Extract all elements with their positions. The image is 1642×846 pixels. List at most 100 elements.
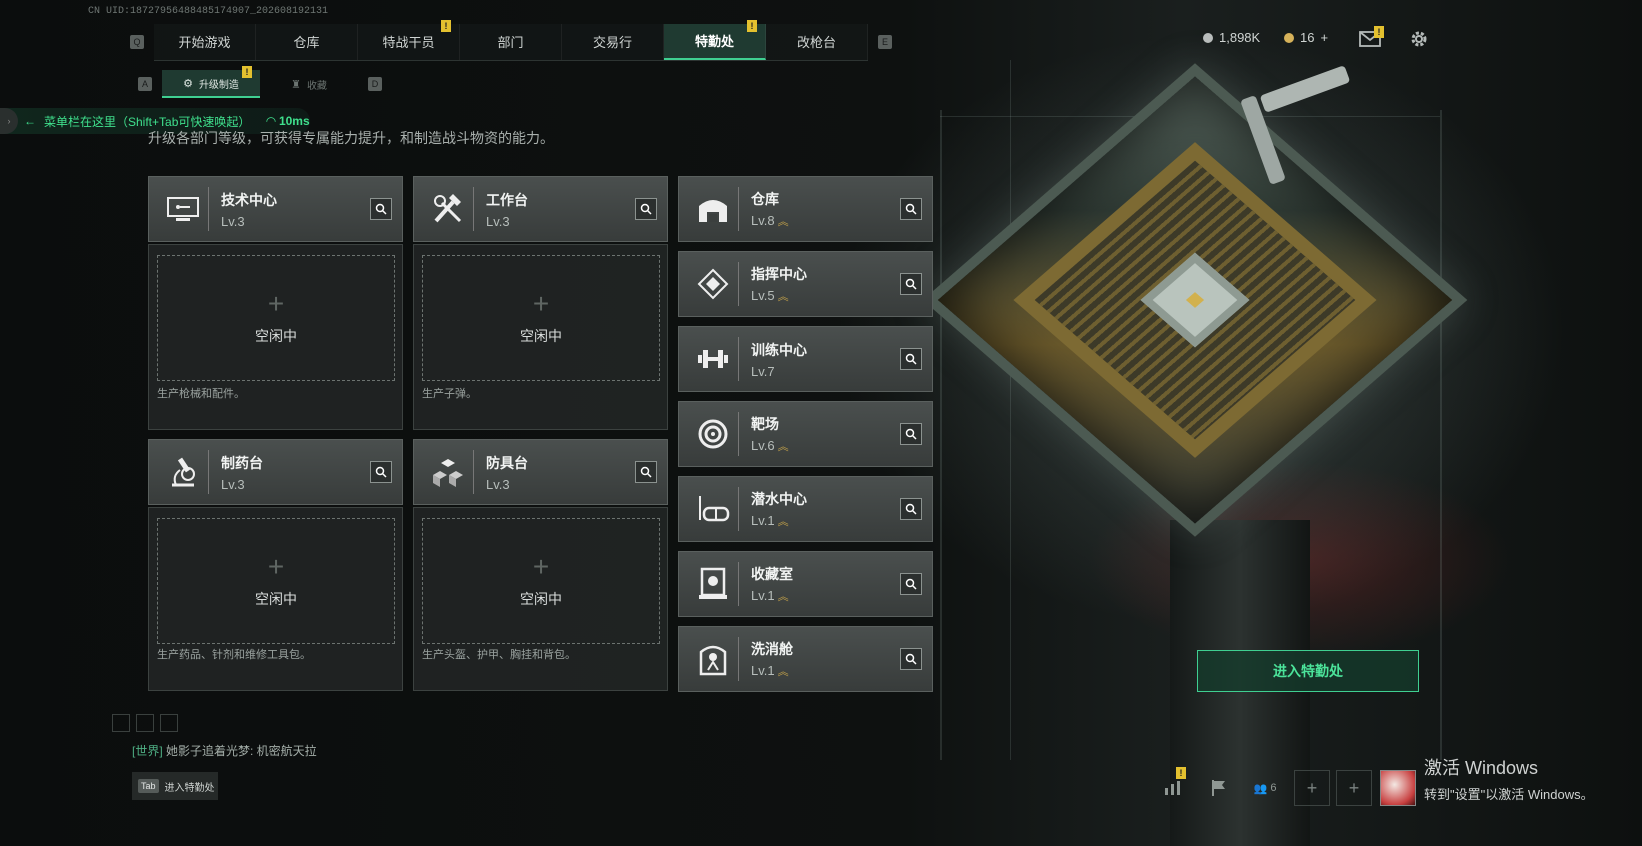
facility-card-collection-room[interactable]: 收藏室 Lv.1 ︽	[678, 551, 933, 617]
craft-description: 生产子弹。	[422, 388, 477, 400]
tab-departments[interactable]: 部门	[460, 23, 562, 60]
dive-mask-icon	[687, 487, 739, 531]
currency-silver[interactable]: 1,898K	[1203, 30, 1260, 45]
tab-label: 特战干员	[382, 35, 435, 50]
quick-slots	[112, 714, 178, 732]
inspect-button[interactable]	[900, 423, 922, 445]
plus-icon: +	[532, 551, 550, 582]
craft-slot-pharmacy: + 空闲中 生产药品、针剂和维修工具包。	[148, 507, 403, 691]
quick-slot[interactable]	[136, 714, 154, 732]
inspect-button[interactable]	[635, 461, 657, 483]
add-squad-slot-button[interactable]: +	[1336, 770, 1372, 806]
facility-card-pharmacy[interactable]: 制药台 Lv.3	[148, 439, 403, 505]
decon-icon	[687, 637, 739, 681]
nav-right-key: E	[878, 35, 892, 49]
inspect-button[interactable]	[370, 461, 392, 483]
inspect-button[interactable]	[635, 198, 657, 220]
idle-slot[interactable]: + 空闲中	[157, 255, 395, 381]
tab-special-ops[interactable]: 特勤处!	[664, 19, 766, 60]
facility-card-armor-bench[interactable]: 防具台 Lv.3	[413, 439, 668, 505]
stats-icon[interactable]: !	[1150, 765, 1196, 811]
facility-card-tech-center[interactable]: 技术中心 Lv.3	[148, 176, 403, 242]
facility-card-workbench[interactable]: 工作台 Lv.3	[413, 176, 668, 242]
target-icon	[687, 412, 739, 456]
idle-status: 空闲中	[255, 328, 297, 344]
subtab-label: 收藏	[306, 80, 327, 92]
craft-description: 生产药品、针剂和维修工具包。	[157, 649, 311, 661]
special-ops-cube	[922, 63, 1468, 537]
inspect-button[interactable]	[900, 648, 922, 670]
facility-name: 靶场	[751, 416, 779, 432]
idle-slot[interactable]: + 空闲中	[422, 518, 660, 644]
wifi-icon: ◠	[266, 114, 279, 128]
facility-card-shooting-range[interactable]: 靶场 Lv.6 ︽	[678, 401, 933, 467]
enter-special-ops-button[interactable]: 进入特勤处	[1197, 650, 1419, 692]
ping-value: 10ms	[278, 114, 310, 128]
tab-hint-label: 进入特勤处	[164, 782, 215, 794]
idle-status: 空闲中	[520, 591, 562, 607]
tab-start-game[interactable]: 开始游戏	[154, 23, 256, 60]
idle-slot[interactable]: + 空闲中	[422, 255, 660, 381]
tab-warehouse[interactable]: 仓库	[256, 23, 358, 60]
facility-name: 潜水中心	[751, 491, 807, 507]
upgrade-available-icon: ︽	[777, 516, 789, 528]
subtab-upgrade-craft[interactable]: ⚙ 升级制造 !	[162, 66, 260, 98]
idle-slot[interactable]: + 空闲中	[157, 518, 395, 644]
avatar[interactable]	[1380, 770, 1416, 806]
search-icon	[640, 466, 652, 478]
chat-line[interactable]: [世界] 她影子追着光梦: 机密航天拉	[132, 742, 317, 759]
alert-badge: !	[747, 19, 757, 32]
craft-description: 生产头盔、护甲、胸挂和背包。	[422, 649, 576, 661]
nav-left-key: Q	[130, 35, 144, 49]
quick-slot[interactable]	[160, 714, 178, 732]
search-icon	[905, 578, 917, 590]
subtab-label: 升级制造	[198, 79, 239, 91]
tools-icon	[422, 187, 474, 231]
plus-icon: +	[532, 288, 550, 319]
idle-status: 空闲中	[255, 591, 297, 607]
add-squad-slot-button[interactable]: +	[1294, 770, 1330, 806]
gold-coin-icon	[1284, 32, 1294, 43]
warehouse-icon	[687, 187, 739, 231]
facility-card-warehouse[interactable]: 仓库 Lv.8 ︽	[678, 176, 933, 242]
inspect-button[interactable]	[370, 198, 392, 220]
facility-level: Lv.3	[221, 476, 245, 492]
facility-level: Lv.5	[751, 288, 775, 303]
flag-icon[interactable]	[1196, 765, 1242, 811]
facility-level: Lv.3	[221, 213, 245, 229]
silver-coin-icon	[1203, 32, 1213, 43]
search-icon	[905, 503, 917, 515]
facility-card-dive-center[interactable]: 潜水中心 Lv.1 ︽	[678, 476, 933, 542]
facility-card-command-center[interactable]: 指挥中心 Lv.5 ︽	[678, 251, 933, 317]
inspect-button[interactable]	[900, 198, 922, 220]
facility-name: 指挥中心	[751, 266, 807, 282]
tab-label: 特勤处	[694, 34, 734, 49]
microscope-icon	[157, 450, 209, 494]
add-currency-button[interactable]: +	[1320, 30, 1328, 45]
upgrade-available-icon: ︽	[777, 441, 789, 453]
facility-level: Lv.1	[751, 513, 775, 528]
inspect-button[interactable]	[900, 348, 922, 370]
friends-button[interactable]: 👥 6	[1242, 765, 1288, 811]
gear-build-icon: ⚙	[183, 77, 193, 90]
mail-icon[interactable]: !	[1358, 26, 1384, 50]
tab-hint-button[interactable]: Tab 进入特勤处	[132, 772, 218, 800]
inspect-button[interactable]	[900, 573, 922, 595]
quick-slot[interactable]	[112, 714, 130, 732]
alert-badge: !	[1374, 26, 1384, 38]
tab-label: 改枪台	[796, 35, 836, 50]
tab-operators[interactable]: 特战干员!	[358, 19, 460, 60]
tab-key: Tab	[138, 779, 159, 793]
facility-card-decon-chamber[interactable]: 洗消舱 Lv.1 ︽	[678, 626, 933, 692]
subtab-collection[interactable]: ♜ 收藏	[260, 70, 358, 98]
facility-card-training-center[interactable]: 训练中心 Lv.7	[678, 326, 933, 392]
currency-gold[interactable]: 16 +	[1284, 30, 1328, 45]
settings-gear-icon[interactable]	[1407, 28, 1431, 50]
tab-gunsmith[interactable]: 改枪台	[766, 23, 868, 60]
inspect-button[interactable]	[900, 498, 922, 520]
chat-message: 她影子追着光梦: 机密航天拉	[166, 744, 317, 758]
inspect-button[interactable]	[900, 273, 922, 295]
facility-name: 防具台	[486, 454, 528, 471]
toast-handle[interactable]: ›	[0, 108, 18, 134]
tab-trading[interactable]: 交易行	[562, 23, 664, 60]
